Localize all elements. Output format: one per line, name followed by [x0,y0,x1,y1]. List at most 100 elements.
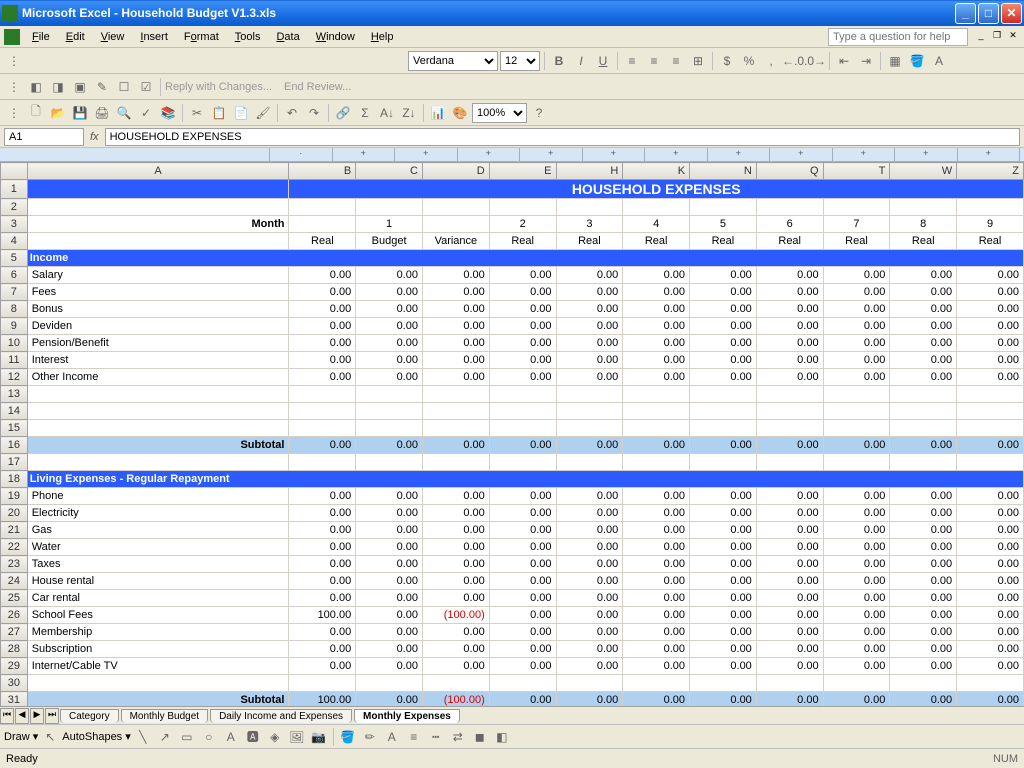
column-header-B[interactable]: B [289,163,356,180]
column-header-N[interactable]: N [690,163,757,180]
minimize-button[interactable]: _ [955,3,976,24]
cell[interactable] [422,199,489,216]
cell-value[interactable]: 0.00 [356,318,423,335]
decrease-decimal-button[interactable]: .0→ [805,51,825,71]
cell-value[interactable]: 0.00 [756,539,823,556]
cell-value[interactable]: 0.00 [356,267,423,284]
cell[interactable] [356,199,423,216]
cell-value[interactable]: 0.00 [289,301,356,318]
zoom-select[interactable]: 100% [472,103,527,123]
cell-value[interactable]: 0.00 [690,437,757,454]
menu-edit[interactable]: Edit [58,29,93,45]
cell[interactable]: 7 [823,216,890,233]
row-header-9[interactable]: 9 [1,318,28,335]
cell-value[interactable]: 0.00 [289,437,356,454]
sheet-tab-monthly-expenses[interactable]: Monthly Expenses [354,709,460,723]
cell-value[interactable]: 0.00 [489,505,556,522]
cell[interactable] [890,403,957,420]
cell-value[interactable]: 0.00 [623,437,690,454]
cell-value[interactable]: 0.00 [890,318,957,335]
cell[interactable] [422,386,489,403]
cell-value[interactable]: 0.00 [890,284,957,301]
oval-button[interactable]: ○ [199,727,219,747]
font-size-select[interactable]: 12 [500,51,540,71]
row-header-6[interactable]: 6 [1,267,28,284]
cell-value[interactable]: 0.00 [823,335,890,352]
doc-close-button[interactable]: ✕ [1006,30,1020,44]
expand-button[interactable]: + [395,148,458,161]
cell[interactable]: 5 [690,216,757,233]
cell-value[interactable]: 0.00 [556,658,623,675]
shadow-button[interactable]: ◼ [470,727,490,747]
row-header-15[interactable]: 15 [1,420,28,437]
cell[interactable] [356,675,423,692]
cell-value[interactable]: 0.00 [623,539,690,556]
cell[interactable] [289,675,356,692]
cell-value[interactable]: 0.00 [356,335,423,352]
cell-value[interactable]: 0.00 [690,301,757,318]
cell-value[interactable]: 0.00 [422,437,489,454]
cell[interactable] [289,403,356,420]
percent-button[interactable]: % [739,51,759,71]
cell-value[interactable]: 0.00 [823,284,890,301]
cell[interactable] [823,675,890,692]
cell-label[interactable]: School Fees [27,607,289,624]
cell-label[interactable]: House rental [27,573,289,590]
cell-value[interactable]: 0.00 [823,624,890,641]
cell-value[interactable]: 0.00 [356,556,423,573]
doc-minimize-button[interactable]: _ [974,30,988,44]
cell-label[interactable]: Pension/Benefit [27,335,289,352]
cell-value[interactable]: 0.00 [957,692,1024,707]
cell-value[interactable]: 0.00 [356,505,423,522]
cell-value[interactable]: 0.00 [890,607,957,624]
cell[interactable] [556,386,623,403]
cell[interactable] [623,386,690,403]
tab-last-button[interactable]: ⏭ [45,708,59,724]
cell[interactable] [489,420,556,437]
font-name-select[interactable]: Verdana [408,51,498,71]
cell-value[interactable]: 0.00 [823,692,890,707]
row-header-29[interactable]: 29 [1,658,28,675]
cell-value[interactable]: 0.00 [890,641,957,658]
cell-value[interactable]: 0.00 [422,318,489,335]
cell-value[interactable]: 0.00 [690,539,757,556]
cell[interactable] [27,675,289,692]
cell[interactable] [556,454,623,471]
cell-value[interactable]: 0.00 [356,590,423,607]
cell[interactable] [890,420,957,437]
row-header-28[interactable]: 28 [1,641,28,658]
cell-value[interactable]: 0.00 [289,641,356,658]
cell-value[interactable]: 0.00 [489,590,556,607]
cell[interactable] [623,454,690,471]
cell-value[interactable]: 0.00 [756,505,823,522]
cell-value[interactable]: 0.00 [756,267,823,284]
undo-button[interactable]: ↶ [282,103,302,123]
cell-value[interactable]: 0.00 [890,658,957,675]
column-header-W[interactable]: W [890,163,957,180]
cell-value[interactable]: (100.00) [422,692,489,707]
cell-value[interactable]: 0.00 [356,437,423,454]
cell-value[interactable]: 0.00 [957,590,1024,607]
draw-menu[interactable]: Draw ▾ [4,730,38,743]
cell-value[interactable]: 0.00 [957,488,1024,505]
line-button[interactable]: ╲ [133,727,153,747]
cell[interactable] [756,420,823,437]
cell-header[interactable]: Real [556,233,623,250]
cell-value[interactable]: 0.00 [957,352,1024,369]
chart-button[interactable]: 📊 [428,103,448,123]
cell-value[interactable]: 0.00 [623,590,690,607]
cell-value[interactable]: 0.00 [690,607,757,624]
cell[interactable] [27,199,289,216]
cell-value[interactable]: 0.00 [756,556,823,573]
cell-value[interactable]: 0.00 [690,658,757,675]
review-btn-1[interactable]: ◧ [26,77,46,97]
cell-value[interactable]: 0.00 [556,335,623,352]
cell-value[interactable]: 0.00 [823,658,890,675]
spreadsheet-table[interactable]: ABCDEHKNQTWZ1HOUSEHOLD EXPENSES23Month12… [0,162,1024,706]
cell-header[interactable]: Real [489,233,556,250]
research-button[interactable]: 📚 [158,103,178,123]
cell-value[interactable]: 0.00 [623,658,690,675]
cell[interactable] [356,403,423,420]
cell-value[interactable]: 0.00 [623,573,690,590]
cell-header[interactable]: Real [623,233,690,250]
